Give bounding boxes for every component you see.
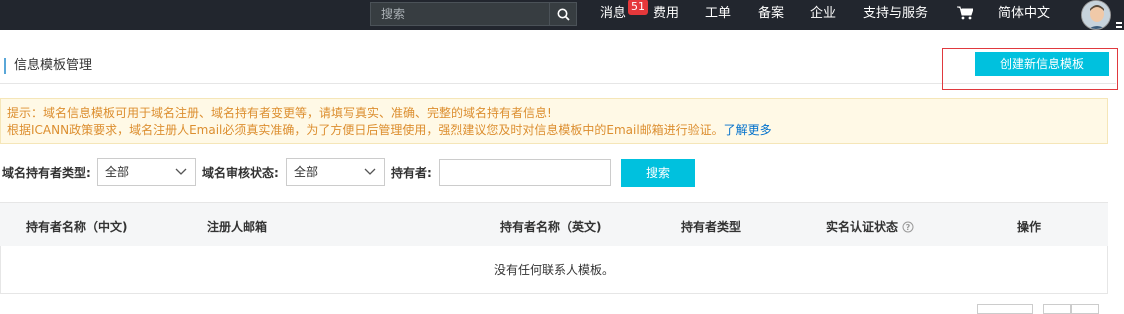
nav-item-billing[interactable]: 费用 bbox=[653, 0, 679, 30]
column-header: 持有者类型 bbox=[681, 220, 742, 234]
holder-label: 持有者: bbox=[391, 166, 432, 180]
create-template-button[interactable]: 创建新信息模板 bbox=[975, 52, 1109, 76]
cart-icon[interactable] bbox=[957, 6, 974, 24]
help-icon[interactable]: ? bbox=[902, 221, 914, 233]
nav-item-tickets[interactable]: 工单 bbox=[705, 0, 731, 30]
empty-table-message: 没有任何联系人模板。 bbox=[0, 246, 1108, 294]
global-search bbox=[370, 2, 577, 26]
notice-line2: 根据ICANN政策要求，域名注册人Email必须真实准确，为了方便日后管理使用，… bbox=[7, 122, 1107, 139]
audit-status-label: 域名审核状态: bbox=[202, 166, 279, 180]
nav-item-enterprise[interactable]: 企业 bbox=[810, 0, 836, 30]
notice-line2-text: 根据ICANN政策要求，域名注册人Email必须真实准确，为了方便日后管理使用，… bbox=[7, 123, 724, 137]
holder-type-select[interactable]: 全部 bbox=[97, 158, 196, 186]
nav-messages[interactable]: 消息 bbox=[600, 0, 626, 30]
holder-type-value: 全部 bbox=[105, 165, 130, 179]
prev-page-button[interactable] bbox=[1043, 304, 1071, 314]
chevron-down-icon bbox=[364, 168, 376, 175]
language-switch[interactable]: 简体中文 bbox=[998, 0, 1050, 30]
notice-banner: 提示：域名信息模板可用于域名注册、域名持有者变更等，请填写真实、准确、完整的域名… bbox=[0, 98, 1108, 144]
chevron-down-icon bbox=[175, 168, 187, 175]
top-navbar: 消息 51 费用 工单 备案 企业 支持与服务 简体中文 bbox=[0, 0, 1124, 32]
column-header: 注册人邮箱 bbox=[207, 220, 268, 234]
column-header: 操作 bbox=[1017, 220, 1042, 234]
learn-more-link[interactable]: 了解更多 bbox=[724, 123, 772, 137]
column-header: 实名认证状态 ? bbox=[826, 218, 914, 235]
column-header: 持有者名称（中文) bbox=[26, 220, 128, 234]
notice-line1: 提示：域名信息模板可用于域名注册、域名持有者变更等，请填写真实、准确、完整的域名… bbox=[7, 106, 552, 120]
search-icon[interactable] bbox=[549, 3, 576, 25]
holder-input[interactable] bbox=[439, 159, 611, 186]
column-header-text: 实名认证状态 bbox=[826, 220, 899, 234]
next-page-button[interactable] bbox=[1071, 304, 1099, 314]
nav-item-icp[interactable]: 备案 bbox=[758, 0, 784, 30]
scroll-grip-icon[interactable] bbox=[1116, 22, 1122, 42]
audit-status-value: 全部 bbox=[294, 165, 319, 179]
global-search-input[interactable] bbox=[371, 3, 549, 25]
search-button[interactable]: 搜索 bbox=[621, 159, 695, 187]
audit-status-select[interactable]: 全部 bbox=[286, 158, 385, 186]
messages-count-badge: 51 bbox=[628, 0, 648, 15]
svg-text:?: ? bbox=[906, 223, 911, 232]
table-header: 持有者名称（中文) 注册人邮箱 持有者名称（英文) 持有者类型 实名认证状态 ?… bbox=[0, 202, 1108, 246]
holder-type-label: 域名持有者类型: bbox=[2, 166, 91, 180]
user-avatar[interactable] bbox=[1081, 0, 1111, 30]
page-title: 信息模板管理 bbox=[4, 58, 92, 74]
nav-item-support[interactable]: 支持与服务 bbox=[863, 0, 928, 30]
column-header: 持有者名称（英文) bbox=[500, 220, 602, 234]
page-size-select[interactable] bbox=[977, 304, 1033, 314]
